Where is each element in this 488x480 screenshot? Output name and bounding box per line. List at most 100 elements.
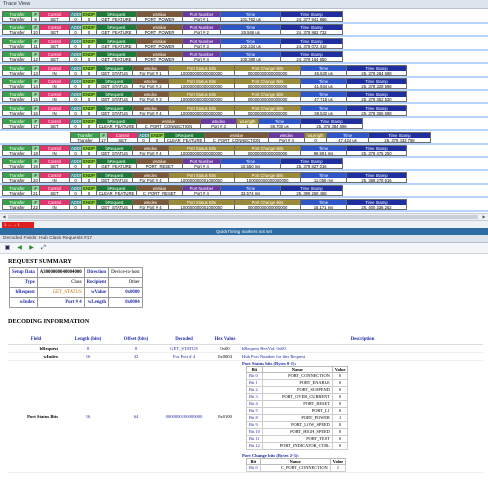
- trace-cell[interactable]: ADDR 0: [70, 91, 82, 103]
- trace-cell[interactable]: Port Number Port # 4: [183, 185, 221, 197]
- trace-cell[interactable]: Control SET: [40, 185, 70, 197]
- trace-cell[interactable]: ADDR 0: [70, 104, 82, 116]
- trace-cell[interactable]: Port Number Port # 3: [183, 37, 221, 49]
- trace-cell[interactable]: Transfer Transfer: [2, 64, 32, 76]
- trace-transfer-row[interactable]: Transfer Transfer #20 Control IN ADDR 0 ENDP 0 bR…: [2, 171, 407, 183]
- trace-cell[interactable]: Transfer Transfer: [2, 185, 32, 197]
- trace-cell[interactable]: ADDR 0: [70, 185, 82, 197]
- trace-cell[interactable]: ENDP 0: [82, 64, 97, 76]
- trace-cell[interactable]: ENDP 0: [82, 118, 97, 130]
- trace-cell[interactable]: Control SET: [40, 118, 70, 130]
- trace-cell[interactable]: Time 38.700 us: [259, 118, 301, 130]
- trace-cell[interactable]: Port Status Bits 100000000000000000: [169, 91, 235, 103]
- trace-cell[interactable]: Time 10.550 ms: [221, 158, 281, 170]
- trace-cell[interactable]: Time Stamp 25. 378 329 598: [347, 78, 407, 89]
- trace-cell[interactable]: Control SET: [40, 158, 70, 170]
- horizontal-scrollbar[interactable]: ◀ ▶: [0, 213, 488, 220]
- trace-transfer-row[interactable]: Transfer Transfer #14 Control IN ADDR 0 ENDP 0 bR…: [2, 78, 407, 89]
- trace-cell[interactable]: Control IN: [40, 171, 70, 183]
- trace-cell[interactable]: bRequest GET_FEATURE: [97, 158, 137, 170]
- trace-cell[interactable]: Time 33.574 ms: [221, 185, 281, 197]
- trace-cell[interactable]: wValue C_PORT_CONNECTION: [205, 131, 269, 143]
- trace-cell[interactable]: ENDP 0: [82, 24, 97, 36]
- trace-cell[interactable]: wIndex Port # 4: [269, 131, 305, 143]
- trace-cell[interactable]: #17: [100, 131, 108, 143]
- trace-transfer-row[interactable]: Transfer Transfer #11 Control SET ADDR 0 ENDP 0 b…: [2, 37, 343, 49]
- trace-cell[interactable]: #20: [32, 171, 40, 183]
- trace-cell[interactable]: Control SET: [40, 37, 70, 49]
- trace-cell[interactable]: wIndex For Port # 4: [133, 145, 169, 156]
- trace-cell[interactable]: Time Stamp 24. 376 862 732: [281, 24, 343, 36]
- trace-cell[interactable]: Transfer Transfer: [2, 198, 32, 210]
- trace-transfer-row[interactable]: Transfer Transfer #21 Control SET ADDR 0 ENDP 0 b…: [2, 185, 343, 197]
- trace-cell[interactable]: #12: [32, 51, 40, 63]
- trace-cell[interactable]: Port Change Bits 00000000000000000: [235, 64, 301, 76]
- trace-cell[interactable]: Control SET: [40, 11, 70, 22]
- trace-cell[interactable]: #18: [32, 145, 40, 156]
- trace-cell[interactable]: Time Stamp 25. 378 284 588: [347, 64, 407, 76]
- trace-cell[interactable]: wIndex For Port # 4: [133, 104, 169, 116]
- trace-cell[interactable]: #21: [32, 185, 40, 197]
- trace-cell[interactable]: Time 41.934 us: [301, 78, 347, 89]
- trace-cell[interactable]: ADDR 0: [70, 37, 82, 49]
- trace-cell[interactable]: wIndex For Port # 3: [133, 91, 169, 103]
- trace-cell[interactable]: ADDR 0: [70, 64, 82, 76]
- trace-cell[interactable]: Transfer Transfer: [2, 37, 32, 49]
- trace-cell[interactable]: Port Number Port # 4: [183, 158, 221, 170]
- trace-cell[interactable]: Port Change Bits 00000000000000000: [235, 91, 301, 103]
- trace-cell[interactable]: bRequest GET_FEATURE: [97, 37, 137, 49]
- trace-cell[interactable]: Port Change Bits 00000000000000000: [235, 145, 301, 156]
- trace-cell[interactable]: Time Stamp 25. 378 827 016: [281, 158, 343, 170]
- trace-cell[interactable]: ADDR 0: [70, 118, 82, 130]
- trace-cell[interactable]: #17: [32, 118, 40, 130]
- trace-cell[interactable]: #14: [32, 78, 40, 89]
- trace-cell[interactable]: Time 38.532 us: [301, 104, 347, 116]
- trace-cell[interactable]: Time 45.630 us: [301, 64, 347, 76]
- trace-cell[interactable]: Time 26.566 us: [221, 24, 281, 36]
- trace-cell[interactable]: ADDR 0: [70, 24, 82, 36]
- trace-cell[interactable]: wIndex For Port # 4: [133, 171, 169, 183]
- trace-cell[interactable]: Transfer Transfer: [2, 91, 32, 103]
- trace-transfer-row[interactable]: Transfer Transfer #8 Control SET ADDR 0 ENDP 0 bR…: [2, 11, 343, 22]
- trace-cell[interactable]: Time Stamp 25. 400 336 262: [347, 198, 407, 210]
- trace-transfer-row[interactable]: Transfer Transfer #15 Control IN ADDR 0 ENDP 0 bR…: [2, 91, 407, 103]
- trace-cell[interactable]: Control SET: [108, 131, 138, 143]
- trace-cell[interactable]: Transfer Transfer: [2, 78, 32, 89]
- trace-cell[interactable]: wValue C_PORT_RESET: [137, 185, 183, 197]
- trace-transfer-row[interactable]: Transfer Transfer #13 Control IN ADDR 0 ENDP 0 bR…: [2, 64, 407, 76]
- trace-transfer-row[interactable]: Transfer Transfer #18 Control IN ADDR 0 ENDP 0 bR…: [2, 145, 407, 156]
- trace-cell[interactable]: wLength 1: [237, 118, 259, 130]
- trace-cell[interactable]: bRequest GET_STATUS: [97, 145, 133, 156]
- trace-cell[interactable]: ADDR 0: [70, 11, 82, 22]
- trace-cell[interactable]: ADDR 0: [70, 78, 82, 89]
- trace-cell[interactable]: Control SET: [40, 24, 70, 36]
- trace-cell[interactable]: ENDP 0: [82, 171, 97, 183]
- trace-cell[interactable]: Port Number Port # 1: [183, 11, 221, 22]
- back-arrow-icon[interactable]: ◀: [16, 245, 23, 252]
- trace-cell[interactable]: Port Number Port # 4: [183, 51, 221, 63]
- trace-cell[interactable]: Time Stamp 25. 378 356 698: [347, 104, 407, 116]
- trace-cell[interactable]: bRequest GET_STATUS: [97, 198, 133, 210]
- trace-cell[interactable]: Time Stamp 25. 378 433 768: [369, 131, 431, 143]
- trace-cell[interactable]: wIndex For Port # 4: [133, 198, 169, 210]
- trace-cell[interactable]: ENDP 0: [82, 11, 97, 22]
- trace-cell[interactable]: wValue PORT_POWER: [137, 24, 183, 36]
- trace-cell[interactable]: Time Stamp 25. 388 278 616: [347, 171, 407, 183]
- trace-transfer-row[interactable]: Transfer Transfer #10 Control SET ADDR 0 ENDP 0 b…: [2, 24, 343, 36]
- trace-cell[interactable]: bRequest CLEAR_FEATURE: [165, 131, 205, 143]
- trace-cell[interactable]: bRequest CLEAR_FEATURE: [97, 118, 137, 130]
- trace-cell[interactable]: Transfer Transfer: [2, 145, 32, 156]
- trace-cell[interactable]: Time Stamp 25. 399 258 488: [281, 185, 343, 197]
- trace-cell[interactable]: Time 47.718 us: [301, 91, 347, 103]
- trace-cell[interactable]: Transfer Transfer: [2, 11, 32, 22]
- trace-cell[interactable]: Time 102.234 us: [221, 37, 281, 49]
- trace-cell[interactable]: bRequest GET_FEATURE: [97, 11, 137, 22]
- trace-cell[interactable]: ENDP 0: [150, 131, 165, 143]
- trace-cell[interactable]: ENDP 0: [82, 104, 97, 116]
- trace-cell[interactable]: bRequest GET_FEATURE: [97, 24, 137, 36]
- trace-cell[interactable]: wLength 0: [305, 131, 327, 143]
- trace-cell[interactable]: Port Status Bits 100000000000000000: [169, 104, 235, 116]
- trace-cell[interactable]: #22: [32, 198, 40, 210]
- trace-cell[interactable]: #8: [32, 11, 40, 22]
- trace-cell[interactable]: wValue PORT_POWER: [137, 11, 183, 22]
